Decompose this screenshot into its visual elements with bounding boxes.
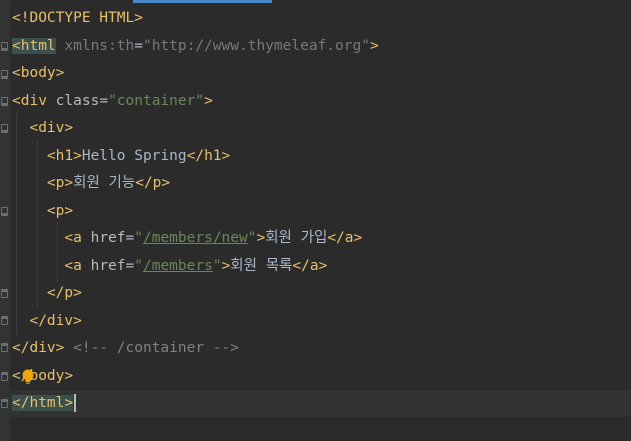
code-token: </div> (29, 313, 82, 329)
code-token: </h1> (186, 148, 231, 164)
code-token: " (212, 258, 222, 274)
code-token: > (221, 258, 231, 274)
code-line[interactable]: </html> (12, 390, 77, 417)
code-token: xmlns:th (55, 38, 135, 54)
code-editor[interactable]: <!DOCTYPE HTML> <html xmlns:th="http://ww… (0, 0, 631, 441)
fold-icon[interactable] (1, 124, 8, 133)
code-token: 회원 목록 (230, 258, 293, 274)
code-token: <!-- /container --> (64, 340, 239, 356)
code-token: <p> (46, 203, 74, 219)
code-token: </a> (292, 258, 328, 274)
code-token: 회원 기능 (73, 175, 136, 191)
code-token: <a (64, 258, 82, 274)
code-token: href (81, 258, 126, 274)
code-token: </p> (135, 175, 171, 191)
code-token: <p> (46, 175, 74, 191)
code-line[interactable]: <h1>Hello Spring</h1> (12, 143, 230, 170)
code-line[interactable]: <!DOCTYPE HTML> (12, 5, 143, 32)
fold-icon[interactable] (1, 399, 8, 408)
code-token: = (99, 93, 109, 109)
code-line[interactable]: <html xmlns:th="http://www.thymeleaf.org… (12, 33, 379, 60)
code-line[interactable]: <p>회원 기능</p> (12, 170, 170, 197)
code-token: > (204, 93, 213, 109)
code-token: <a (64, 230, 82, 246)
current-line-highlight (10, 390, 631, 417)
code-token: <div (12, 93, 47, 109)
fold-icon[interactable] (1, 97, 8, 106)
fold-icon[interactable] (1, 207, 8, 216)
code-token: "http://www.thymeleaf.org" (142, 38, 370, 54)
code-token: </p> (46, 285, 82, 301)
code-token: class (46, 93, 100, 109)
code-line[interactable]: <div class="container"> (12, 88, 213, 115)
code-token: Hello Spring (81, 148, 187, 164)
code-token: </html> (12, 395, 74, 411)
code-token: > (369, 38, 379, 54)
code-token: "container" (108, 93, 205, 109)
code-token: = (125, 258, 135, 274)
code-line[interactable]: <p> (12, 198, 73, 225)
code-token: href (81, 230, 126, 246)
code-token: <body> (12, 65, 65, 81)
lightbulb-icon[interactable] (21, 369, 35, 385)
code-token: " (134, 258, 143, 274)
code-line[interactable]: <a href="/members/new">회원 가입</a> (12, 225, 362, 252)
code-token: " (134, 230, 143, 246)
text-caret (74, 394, 77, 412)
fold-icon[interactable] (1, 289, 8, 298)
code-token: > (256, 230, 266, 246)
code-token: <h1> (46, 148, 82, 164)
code-token: /members/new (142, 230, 248, 246)
code-line[interactable]: <a href="/members">회원 목록</a> (12, 253, 327, 280)
code-token: </a> (327, 230, 363, 246)
code-token: <html (12, 38, 56, 54)
fold-icon[interactable] (1, 343, 8, 352)
code-token: <!DOCTYPE HTML> (12, 10, 143, 26)
code-line[interactable]: <div> (12, 115, 73, 142)
active-tab-indicator (133, 0, 272, 3)
fold-icon[interactable] (1, 42, 8, 51)
code-token: = (125, 230, 135, 246)
code-token: 회원 가입 (265, 230, 328, 246)
fold-icon[interactable] (1, 316, 8, 325)
code-token: = (134, 38, 143, 54)
fold-icon[interactable] (1, 70, 8, 79)
code-line[interactable]: </div> (12, 308, 82, 335)
code-line[interactable]: </div> <!-- /container --> (12, 335, 239, 362)
code-token: /members (142, 258, 213, 274)
code-token: <div> (29, 120, 74, 136)
code-line[interactable]: <body> (12, 60, 64, 87)
fold-icon[interactable] (1, 372, 8, 381)
code-line[interactable]: </p> (12, 280, 82, 307)
code-token: </div> (12, 340, 65, 356)
